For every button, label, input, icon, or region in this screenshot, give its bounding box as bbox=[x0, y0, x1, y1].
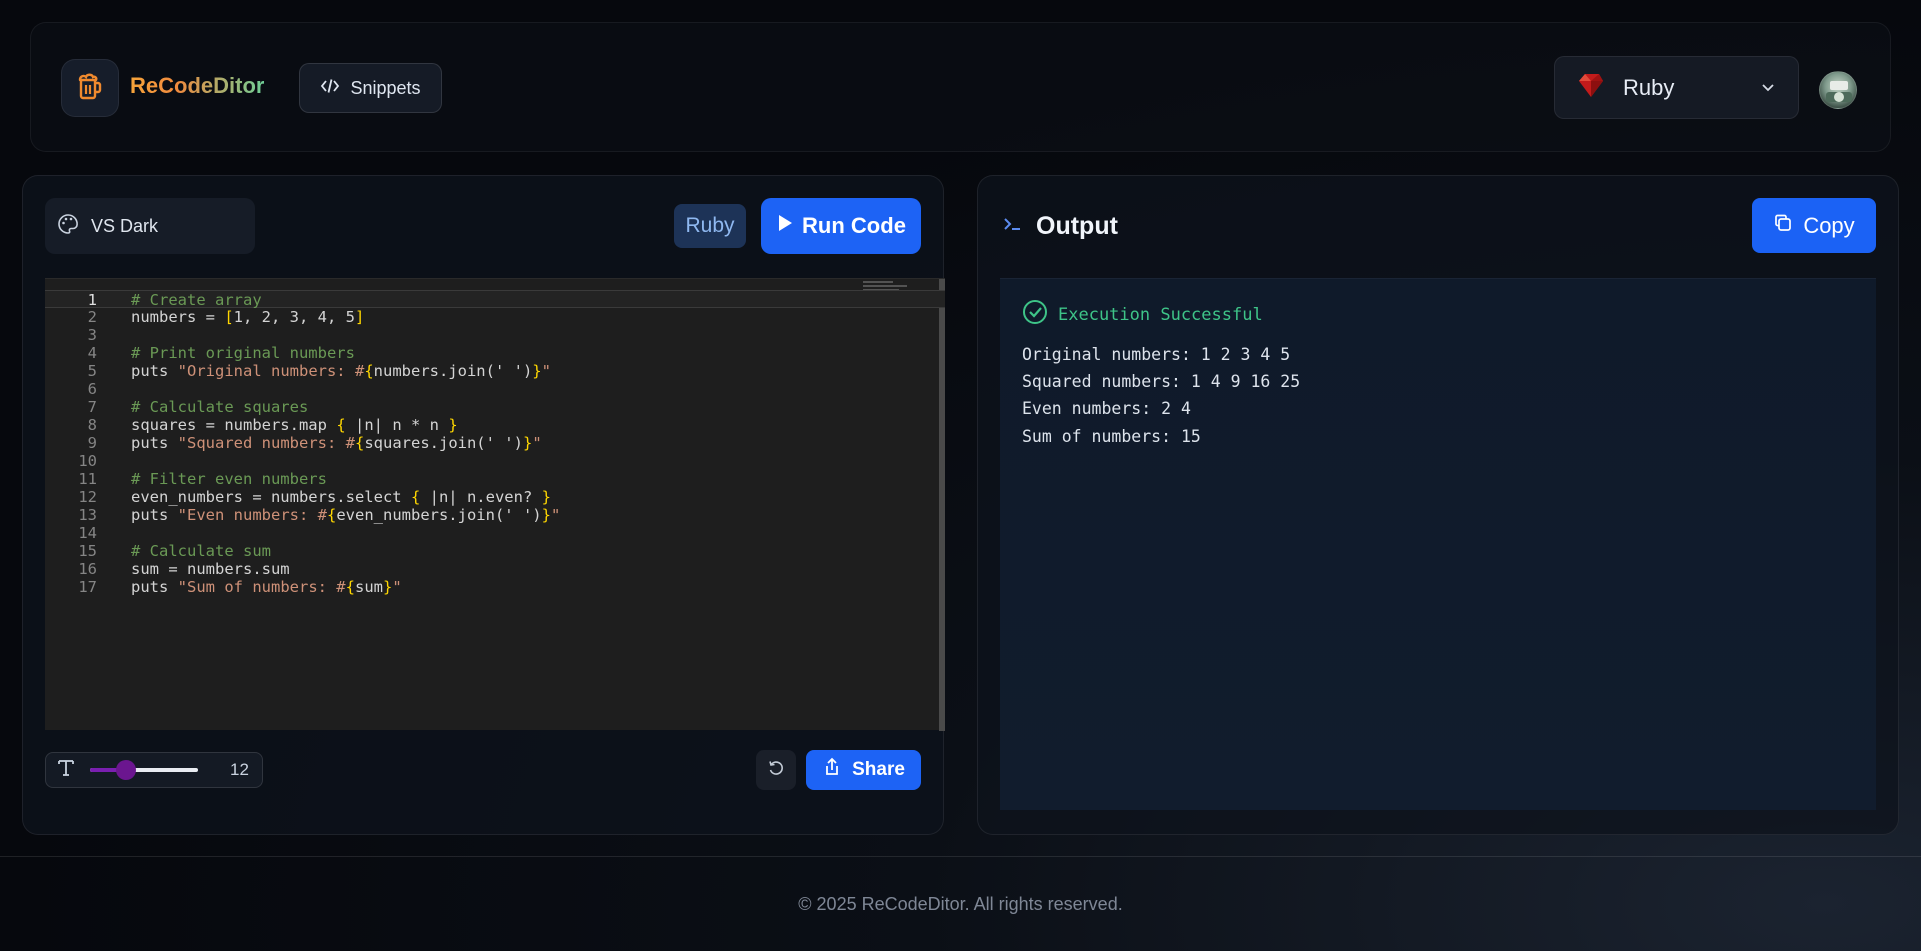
font-size-value: 12 bbox=[230, 760, 249, 779]
brand-name: ReCodeDitor bbox=[130, 73, 265, 98]
reset-icon bbox=[767, 759, 785, 782]
snippets-button[interactable]: Snippets bbox=[299, 63, 442, 113]
palette-icon bbox=[57, 213, 79, 240]
code-line: 3 bbox=[87, 326, 97, 344]
share-button[interactable]: Share bbox=[806, 750, 921, 790]
code-line: 16 sum = numbers.sum bbox=[78, 560, 290, 578]
code-line: 10 bbox=[78, 452, 97, 470]
output-line: Sum of numbers: 15 bbox=[1022, 427, 1201, 446]
execution-status: Execution Successful bbox=[1022, 299, 1263, 330]
code-line: 14 bbox=[78, 524, 97, 542]
language-badge: Ruby bbox=[674, 204, 746, 248]
text-size-icon bbox=[56, 758, 76, 783]
code-line: 17 puts "Sum of numbers: #{sum}" bbox=[78, 578, 402, 596]
output-title: Output bbox=[1036, 212, 1118, 240]
output-line: Even numbers: 2 4 bbox=[1022, 399, 1191, 418]
code-line: 8 squares = numbers.map { |n| n * n } bbox=[87, 416, 458, 434]
logo[interactable] bbox=[61, 59, 119, 117]
snippets-label: Snippets bbox=[350, 77, 421, 98]
font-size-slider[interactable] bbox=[90, 760, 198, 780]
run-code-label: Run Code bbox=[802, 213, 906, 238]
editor-panel: VS Dark Ruby Run Code 1 # Create array 2n… bbox=[22, 175, 945, 835]
code-line: 1 # Create array bbox=[45, 290, 945, 309]
code-icon bbox=[320, 76, 340, 101]
font-size-control: 12 bbox=[45, 752, 263, 788]
share-icon bbox=[822, 757, 842, 783]
share-label: Share bbox=[852, 759, 905, 780]
code-line: 6 bbox=[87, 380, 97, 398]
code-line: 9 puts "Squared numbers: #{squares.join('… bbox=[87, 434, 542, 452]
play-icon bbox=[776, 213, 794, 239]
copy-label: Copy bbox=[1803, 212, 1855, 238]
output-header: Output bbox=[1002, 212, 1118, 241]
output-line: Squared numbers: 1 4 9 16 25 bbox=[1022, 372, 1301, 391]
execution-status-text: Execution Successful bbox=[1058, 304, 1263, 325]
check-circle-icon bbox=[1022, 299, 1048, 330]
language-select[interactable]: Ruby bbox=[1554, 56, 1799, 119]
ruby-gem-icon bbox=[1577, 71, 1605, 105]
language-select-value: Ruby bbox=[1623, 74, 1675, 100]
font-size-slider-thumb[interactable] bbox=[115, 760, 136, 780]
theme-select-value: VS Dark bbox=[91, 215, 159, 236]
terminal-icon bbox=[1002, 212, 1022, 241]
code-line: 4 # Print original numbers bbox=[87, 344, 355, 362]
app-header: ReCodeDitor Snippets Ruby bbox=[30, 22, 1891, 152]
run-code-button[interactable]: Run Code bbox=[761, 198, 921, 254]
code-line: 7 # Calculate squares bbox=[87, 398, 309, 416]
code-line: 15 # Calculate sum bbox=[78, 542, 271, 560]
footer-copyright: © 2025 ReCodeDitor. All rights reserved. bbox=[798, 894, 1123, 914]
code-line: 2 numbers = [1, 2, 3, 4, 5] bbox=[87, 308, 365, 326]
output-line: Original numbers: 1 2 3 4 5 bbox=[1022, 345, 1291, 364]
code-editor[interactable]: 1 # Create array 2 numbers = [1, 2, 3, 4, … bbox=[45, 278, 945, 731]
theme-select[interactable]: VS Dark bbox=[45, 198, 255, 254]
code-line: 11 # Filter even numbers bbox=[78, 470, 327, 488]
output-console[interactable]: Execution Successful Original numbers: 1… bbox=[1000, 278, 1876, 810]
copy-icon bbox=[1773, 213, 1793, 239]
footer-divider bbox=[0, 856, 1921, 857]
output-panel: Output Copy Execution Successful Origina… bbox=[977, 175, 1899, 835]
copy-button[interactable]: Copy bbox=[1752, 198, 1876, 253]
reset-button[interactable] bbox=[756, 750, 796, 790]
avatar[interactable] bbox=[1819, 71, 1857, 109]
chevron-down-icon bbox=[1760, 75, 1776, 101]
code-line: 13 puts "Even numbers: #{even_numbers.joi… bbox=[78, 506, 561, 524]
code-line: 12 even_numbers = numbers.select { |n| n.… bbox=[78, 488, 551, 506]
beer-mug-icon bbox=[74, 70, 106, 107]
code-line: 5 puts "Original numbers: #{numbers.join(… bbox=[87, 362, 551, 380]
